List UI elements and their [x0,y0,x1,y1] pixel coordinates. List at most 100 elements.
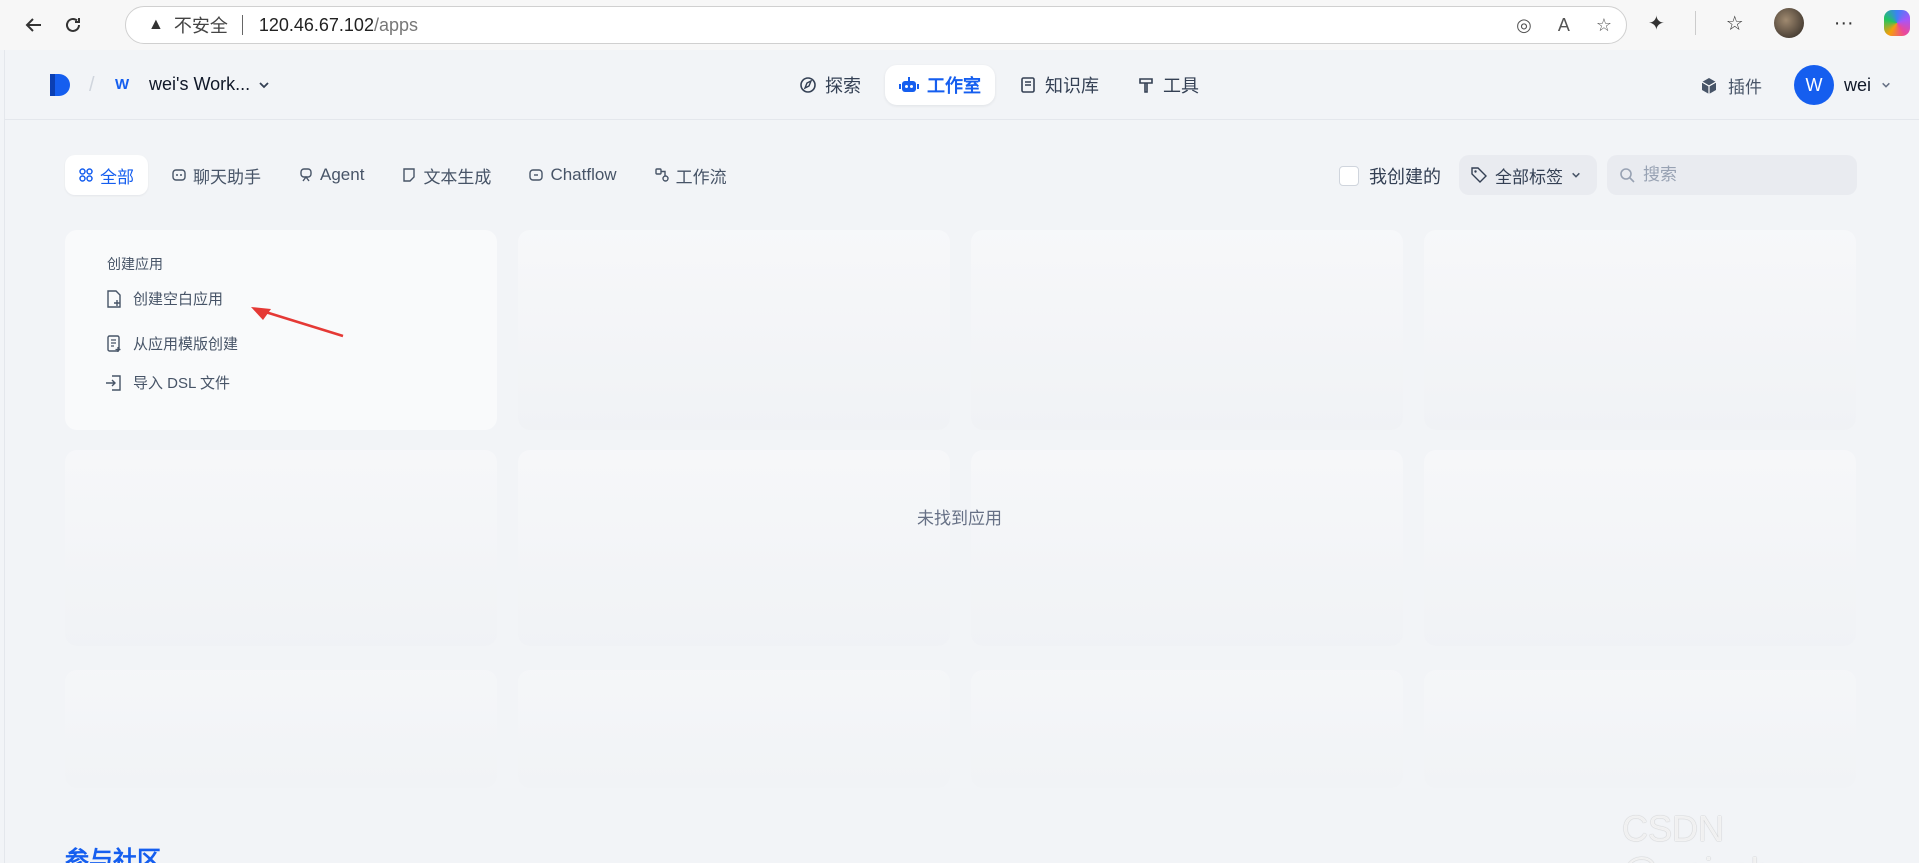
star-icon[interactable]: ☆ [1596,15,1612,36]
tag-icon [1471,167,1487,183]
back-button[interactable] [14,5,54,45]
nav-knowledge[interactable]: 知识库 [1005,65,1113,105]
app-type-tabs: 全部 聊天助手 Agent 文本生成 Chatflow 工作流 [65,155,741,195]
hammer-icon [1139,78,1153,93]
chevron-down-icon [1572,172,1580,178]
user-menu[interactable]: W wei [1794,65,1891,105]
robot-icon [899,77,919,92]
chevron-down-icon [259,81,269,88]
browser-toolbar: ▲ 不安全 120.46.67.102 /apps ◎ A ☆ ✦ ☆ ··· [0,0,1919,50]
created-by-me-checkbox[interactable] [1339,166,1359,186]
app-card-placeholder [518,230,950,430]
empty-state-message: 未找到应用 [917,509,1002,528]
create-from-template[interactable]: 从应用模版创建 [105,333,238,354]
import-dsl-file[interactable]: 导入 DSL 文件 [105,372,230,393]
document-icon [403,168,416,182]
nav-tools-label: 工具 [1163,76,1199,96]
created-by-me-label: 我创建的 [1369,167,1441,187]
search-input[interactable] [1643,165,1843,185]
search-icon [1620,168,1635,183]
create-blank-app[interactable]: 创建空白应用 [105,288,223,309]
favorites-icon[interactable]: ☆ [1726,11,1744,36]
user-avatar: W [1794,65,1834,105]
profile-avatar[interactable] [1773,8,1804,38]
reload-icon [66,17,80,32]
url-actions: ◎ A ☆ [1516,15,1612,36]
tag-filter-select[interactable]: 全部标签 [1459,155,1597,195]
nav-explore-label: 探索 [825,76,861,96]
cube-icon [1701,77,1717,94]
tab-chatflow[interactable]: Chatflow [515,155,630,195]
browser-extensions: ✦ ☆ ··· [1648,8,1910,38]
app-header: / W wei's Work... 探索 工作室 知识库 工具 插件 W wei [5,50,1919,120]
app-card-placeholder [518,670,950,788]
user-name: wei [1844,74,1872,95]
nav-studio[interactable]: 工作室 [885,65,995,105]
tab-workflow-label: 工作流 [675,167,727,187]
breadcrumb-slash: / [89,74,95,96]
more-icon[interactable]: ··· [1834,12,1854,35]
app-card-placeholder [65,450,497,646]
workspace-badge: W [115,76,130,93]
url-host: 120.46.67.102 [258,14,374,35]
grid-icon [79,168,93,182]
app-card-placeholder [1424,670,1856,788]
new-file-icon [107,289,121,308]
app-card-placeholder [518,450,950,646]
compass-icon [800,77,816,93]
tab-completion[interactable]: 文本生成 [388,155,505,195]
template-icon [107,334,121,352]
nav-knowledge-label: 知识库 [1045,76,1099,96]
app-card-placeholder [971,670,1403,788]
tab-chatflow-label: Chatflow [550,165,617,184]
extensions-icon[interactable]: ✦ [1648,11,1665,36]
url-separator [241,15,243,35]
create-app-title: 创建应用 [107,256,163,272]
edge-icon[interactable]: ◎ [1516,15,1532,36]
app-card-placeholder [1424,450,1856,646]
nav-studio-label: 工作室 [927,76,981,96]
tab-agent-label: Agent [320,165,365,184]
warning-icon: ▲ [148,16,164,33]
dify-logo[interactable] [47,72,73,98]
tab-chat[interactable]: 聊天助手 [158,155,275,195]
address-bar[interactable]: ▲ 不安全 120.46.67.102 /apps ◎ A ☆ [125,6,1627,44]
app-card-placeholder [971,450,1403,646]
nav-tools[interactable]: 工具 [1123,65,1213,105]
chatflow-icon [529,169,544,181]
reload-button[interactable] [53,5,93,45]
nav-explore[interactable]: 探索 [785,65,875,105]
import-icon [106,374,121,391]
app-window: / W wei's Work... 探索 工作室 知识库 工具 插件 W wei… [4,50,1919,863]
tab-agent[interactable]: Agent [285,155,378,195]
app-card-placeholder [1424,230,1856,430]
chat-icon [172,169,186,181]
back-arrow-icon [25,18,41,32]
tab-chat-label: 聊天助手 [193,167,261,187]
search-box[interactable] [1607,155,1857,195]
tab-completion-label: 文本生成 [423,167,492,187]
agent-icon [300,168,312,182]
tab-all-label: 全部 [100,167,134,187]
read-aloud-icon[interactable]: A [1558,15,1570,36]
copilot-icon[interactable] [1883,10,1910,36]
url-path: /apps [373,14,419,35]
import-dsl-label: 导入 DSL 文件 [133,375,230,392]
created-by-me-toggle[interactable]: 我创建的 [1339,163,1441,189]
workflow-icon [654,168,669,182]
community-heading: 参与社区 [65,847,161,863]
book-icon [1021,77,1035,93]
watermark: CSDN @wei_shuo [1622,808,1811,863]
security-label: 不安全 [173,16,228,36]
create-from-template-label: 从应用模版创建 [133,336,239,353]
plugins-button[interactable]: 插件 [1700,73,1762,98]
workspace-name: wei's Work... [149,74,251,94]
chevron-down-icon [1882,82,1890,88]
tab-all[interactable]: 全部 [65,155,148,195]
tab-workflow[interactable]: 工作流 [641,155,741,195]
plugins-label: 插件 [1728,78,1762,97]
app-card-placeholder [971,230,1403,430]
annotation-arrow [251,307,344,338]
workspace-selector[interactable]: wei's Work... [149,74,270,95]
top-nav: 探索 工作室 知识库 工具 [785,65,1213,105]
